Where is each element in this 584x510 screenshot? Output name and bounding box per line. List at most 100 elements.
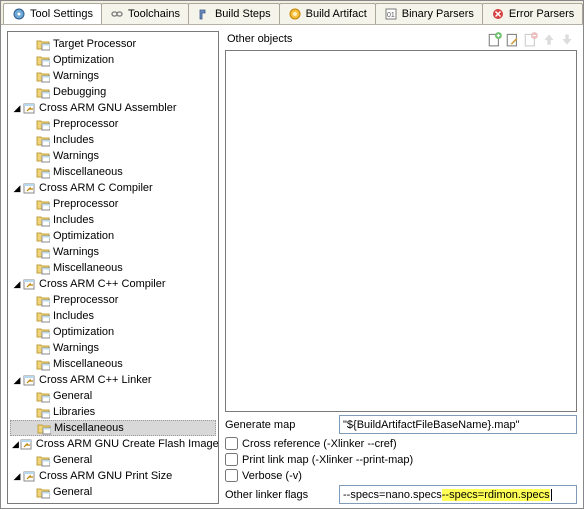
tree-item-optimization[interactable]: Optimization [10,228,216,244]
print-link-map-checkbox[interactable] [225,453,238,466]
tree-item-warnings[interactable]: Warnings [10,340,216,356]
tree-node-label: Cross ARM C Compiler [39,182,153,194]
tree-item-miscellaneous[interactable]: Miscellaneous [10,356,216,372]
tree-item-optimization[interactable]: Optimization [10,52,216,68]
tree-node-label: Warnings [53,70,99,82]
tab-label: Toolchains [128,8,180,20]
tree-item-includes[interactable]: Includes [10,132,216,148]
tree-node-icon [37,421,51,435]
tab-label: Error Parsers [509,8,574,20]
tree-item-includes[interactable]: Includes [10,308,216,324]
tree-item-libraries[interactable]: Libraries [10,404,216,420]
cross-reference-checkbox[interactable] [225,437,238,450]
tree-node-label: General [53,454,92,466]
tree-group-4[interactable]: ◢ Cross ARM GNU Create Flash Image [10,436,216,452]
tree-group-3[interactable]: ◢Cross ARM C++ Linker [10,372,216,388]
artifact-icon [288,7,302,21]
other-objects-list[interactable] [225,50,577,412]
tree-node-label: Libraries [53,406,95,418]
tree-group-5[interactable]: ◢ Cross ARM GNU Print Size [10,468,216,484]
generate-map-input[interactable] [339,415,577,434]
tree-node-label: Preprocessor [53,294,118,306]
tree-node-icon [36,149,50,163]
other-linker-flags-label: Other linker flags [225,489,333,501]
tab-bar: Tool Settings Toolchains Build Steps Bui… [1,1,583,25]
tree-node-label: Optimization [53,54,114,66]
tree-item-warnings[interactable]: Warnings [10,244,216,260]
tree-node-label: Warnings [53,246,99,258]
generate-map-label: Generate map [225,419,333,431]
tab-binary-parsers[interactable]: 01 Binary Parsers [375,3,483,24]
tree-group-0[interactable]: ◢ Cross ARM GNU Assembler [10,100,216,116]
tree-node-label: General [53,486,92,498]
gear-icon [12,7,26,21]
tree-node-icon [36,53,50,67]
verbose-checkbox[interactable] [225,469,238,482]
tree-item-debugging[interactable]: Debugging [10,84,216,100]
delete-icon[interactable] [523,31,539,47]
move-down-icon[interactable] [559,31,575,47]
tree-node-icon [36,85,50,99]
twisty-icon: ◢ [12,471,22,482]
tree-node-icon [36,405,50,419]
tree-node-icon [36,69,50,83]
tree-node-label: Cross ARM GNU Create Flash Image [36,438,219,450]
tree-node-icon [36,133,50,147]
move-up-icon[interactable] [541,31,557,47]
tree-item-includes[interactable]: Includes [10,212,216,228]
tree-node-label: Target Processor [53,38,136,50]
tree-item-warnings[interactable]: Warnings [10,68,216,84]
tree-node-icon [36,309,50,323]
tree-node-label: Preprocessor [53,118,118,130]
tree-item-general[interactable]: General [10,484,216,500]
edit-icon[interactable] [505,31,521,47]
tab-label: Build Artifact [306,8,367,20]
tree-item-optimization[interactable]: Optimization [10,324,216,340]
tree-node-icon [36,341,50,355]
tree-item-preprocessor[interactable]: Preprocessor [10,196,216,212]
tree-item-warnings[interactable]: Warnings [10,148,216,164]
other-linker-flags-input[interactable]: --specs=nano.specs --specs=rdimon.specs [339,485,577,504]
hammer-icon [197,7,211,21]
tree-node-label: Miscellaneous [53,358,123,370]
tree-group-1[interactable]: ◢ Cross ARM C Compiler [10,180,216,196]
twisty-icon: ◢ [12,439,19,450]
list-toolbar [487,31,577,47]
tree-node-label: Cross ARM GNU Print Size [39,470,172,482]
tree-node-icon [22,101,36,115]
tree-node-label: Debugging [53,86,106,98]
tab-label: Binary Parsers [402,8,474,20]
tree-node-label: Cross ARM GNU Assembler [39,102,177,114]
tab-build-artifact[interactable]: Build Artifact [279,3,376,24]
tree-item-miscellaneous[interactable]: Miscellaneous [10,164,216,180]
settings-detail-panel: Other objects Generate map Cross referen… [225,31,577,504]
twisty-icon: ◢ [12,103,22,114]
twisty-icon: ◢ [12,183,22,194]
tree-item-miscellaneous[interactable]: Miscellaneous [10,420,216,436]
settings-tree[interactable]: Target Processor Optimization Warnings Debu… [7,31,219,504]
tab-error-parsers[interactable]: Error Parsers [482,3,583,24]
tree-node-icon [36,261,50,275]
tree-node-label: Warnings [53,342,99,354]
tree-group-2[interactable]: ◢Cross ARM C++ Compiler [10,276,216,292]
tree-node-label: Includes [53,134,94,146]
tree-item-target-processor[interactable]: Target Processor [10,36,216,52]
tree-item-preprocessor[interactable]: Preprocessor [10,116,216,132]
tab-build-steps[interactable]: Build Steps [188,3,280,24]
print-link-map-label: Print link map (-Xlinker --print-map) [242,454,413,466]
tab-tool-settings[interactable]: Tool Settings [3,3,102,24]
tree-item-general[interactable]: General [10,452,216,468]
tree-item-preprocessor[interactable]: Preprocessor [10,292,216,308]
binary-icon: 01 [384,7,398,21]
tab-label: Build Steps [215,8,271,20]
add-icon[interactable] [487,31,503,47]
tree-item-miscellaneous[interactable]: Miscellaneous [10,260,216,276]
tree-node-icon [19,437,33,451]
tree-node-icon [36,293,50,307]
tab-toolchains[interactable]: Toolchains [101,3,189,24]
tree-node-icon [36,37,50,51]
tree-node-icon [36,165,50,179]
tree-node-label: Preprocessor [53,198,118,210]
tree-item-general[interactable]: General [10,388,216,404]
svg-text:01: 01 [387,12,395,19]
